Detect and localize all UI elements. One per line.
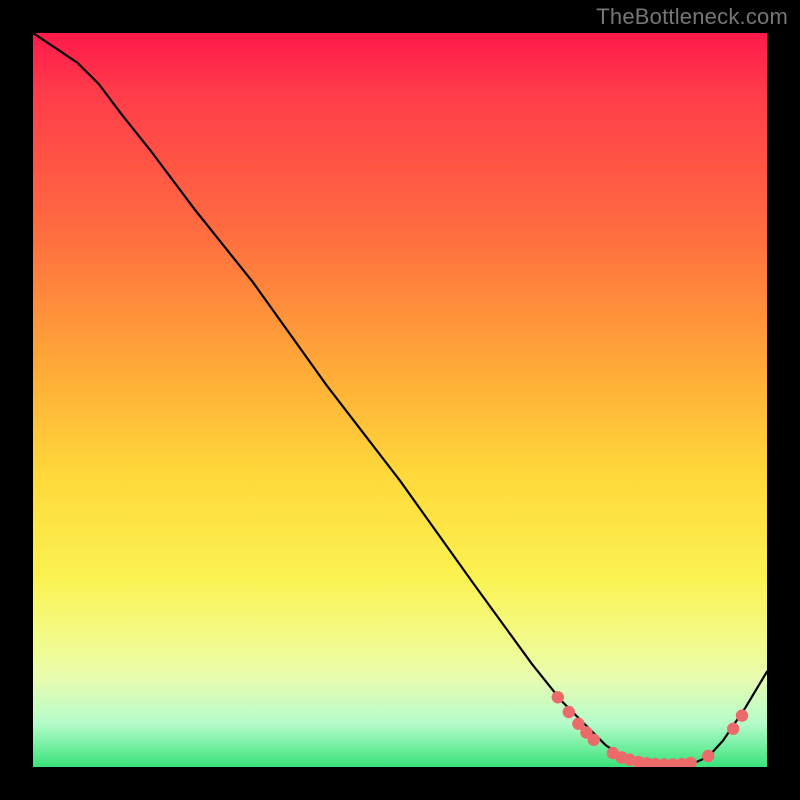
watermark-text: TheBottleneck.com <box>596 4 788 30</box>
chart-frame: TheBottleneck.com <box>0 0 800 800</box>
data-marker <box>552 691 564 703</box>
data-marker <box>685 757 697 767</box>
data-marker <box>588 734 600 746</box>
data-marker <box>563 706 575 718</box>
curve-svg <box>33 33 767 767</box>
data-marker <box>702 750 714 762</box>
curve-line <box>33 33 767 765</box>
data-marker <box>736 709 748 721</box>
marker-group <box>552 691 749 767</box>
plot-area <box>33 33 767 767</box>
data-marker <box>727 723 739 735</box>
